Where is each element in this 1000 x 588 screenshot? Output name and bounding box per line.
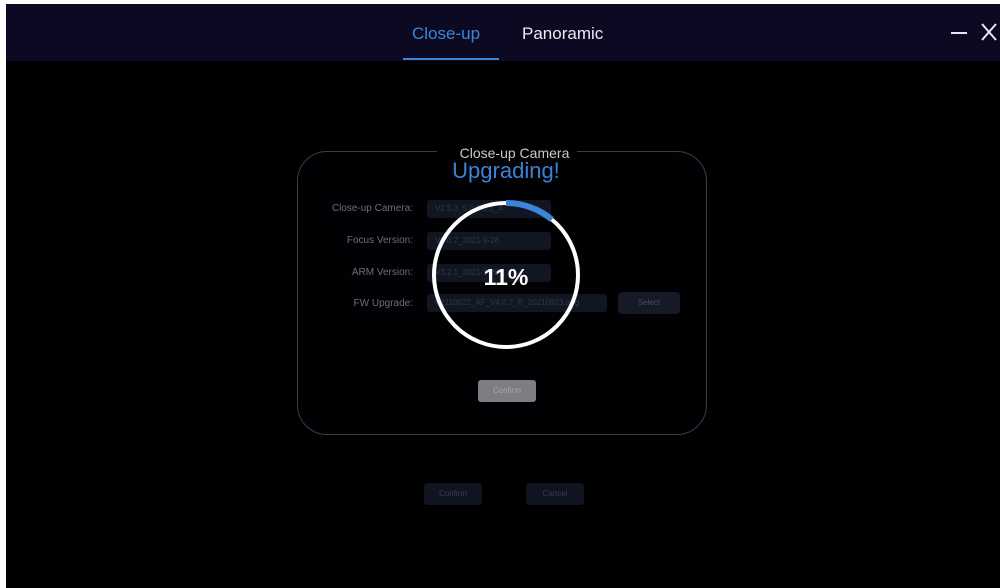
progress-ring-fill xyxy=(505,200,554,222)
tab-close-up[interactable]: Close-up xyxy=(412,24,480,44)
active-tab-indicator xyxy=(403,58,499,60)
app-window: Close-up Panoramic Close-up Camera Close… xyxy=(6,4,1000,588)
close-icon[interactable] xyxy=(979,18,999,48)
upgrade-status-text: Upgrading! xyxy=(452,158,560,183)
title-bar: Close-up Panoramic xyxy=(6,4,1000,61)
minimize-icon[interactable] xyxy=(949,18,969,48)
progress-percent: 11% xyxy=(483,264,529,290)
tab-panoramic[interactable]: Panoramic xyxy=(522,24,603,44)
